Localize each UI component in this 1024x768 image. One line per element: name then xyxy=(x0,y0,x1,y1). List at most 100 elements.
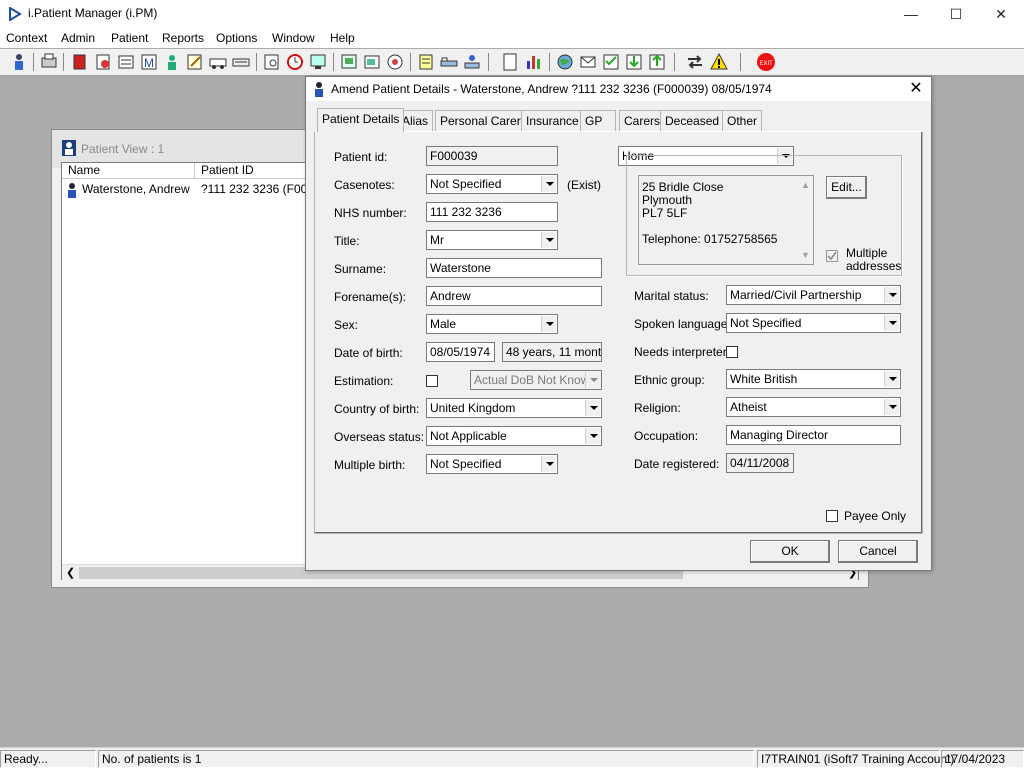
documents-icon[interactable] xyxy=(362,52,382,72)
monitor-icon[interactable] xyxy=(308,52,328,72)
menu-admin[interactable]: Admin xyxy=(61,31,95,45)
cancel-button[interactable]: Cancel xyxy=(838,540,918,563)
label-forenames: Forename(s): xyxy=(334,290,407,304)
payee-only-checkbox[interactable] xyxy=(826,510,838,522)
admission-icon[interactable] xyxy=(462,52,482,72)
label-nhs-number: NHS number: xyxy=(334,206,407,220)
switch-icon[interactable] xyxy=(685,52,705,72)
label-overseas-status: Overseas status: xyxy=(334,430,425,444)
import-icon[interactable] xyxy=(624,52,644,72)
label-patient-id: Patient id: xyxy=(334,150,388,164)
column-header-name[interactable]: Name xyxy=(62,163,195,179)
document-icon[interactable] xyxy=(500,52,520,72)
chevron-down-icon[interactable] xyxy=(541,316,556,332)
checklist-icon[interactable] xyxy=(601,52,621,72)
multiple-addresses-checkbox xyxy=(826,250,838,262)
chevron-down-icon[interactable] xyxy=(884,315,899,331)
tab-insurance[interactable]: Insurance xyxy=(521,110,584,131)
needs-interpreter-checkbox[interactable] xyxy=(726,346,738,358)
status-date: 17/04/2023 xyxy=(941,750,1024,768)
tab-personal-carers[interactable]: Personal Carers xyxy=(435,110,532,131)
sex-select[interactable]: Male xyxy=(426,314,558,334)
clock-icon[interactable] xyxy=(285,52,305,72)
transfer-icon[interactable] xyxy=(231,52,251,72)
chevron-down-icon[interactable] xyxy=(884,371,899,387)
bed-icon[interactable] xyxy=(439,52,459,72)
globe-icon[interactable] xyxy=(555,52,575,72)
chart-screen-icon[interactable] xyxy=(339,52,359,72)
multiple-birth-select[interactable]: Not Specified xyxy=(426,454,558,474)
spoken-language-select[interactable]: Not Specified xyxy=(726,313,901,333)
scroll-up-icon[interactable]: ▲ xyxy=(801,180,810,190)
app-logo-icon xyxy=(9,7,22,21)
chevron-down-icon[interactable] xyxy=(884,287,899,303)
label-religion: Religion: xyxy=(634,401,681,415)
warning-icon[interactable] xyxy=(709,52,729,72)
label-date-registered: Date registered: xyxy=(634,457,720,471)
print-icon[interactable] xyxy=(39,52,59,72)
surname-field[interactable]: Waterstone xyxy=(426,258,602,278)
maximize-button[interactable]: ☐ xyxy=(933,0,979,28)
checkmark-icon xyxy=(827,251,837,261)
forenames-field[interactable]: Andrew xyxy=(426,286,602,306)
ambulance-icon[interactable] xyxy=(208,52,228,72)
menu-help[interactable]: Help xyxy=(330,31,355,45)
chevron-down-icon[interactable] xyxy=(541,456,556,472)
country-of-birth-select[interactable]: United Kingdom xyxy=(426,398,602,418)
marital-status-select[interactable]: Married/Civil Partnership xyxy=(726,285,901,305)
tab-deceased[interactable]: Deceased xyxy=(660,110,725,131)
date-of-birth-field[interactable]: 08/05/1974 xyxy=(426,342,495,362)
menu-context[interactable]: Context xyxy=(6,31,47,45)
tab-carers[interactable]: Carers xyxy=(619,110,666,131)
address-telephone: Telephone: 01752758565 xyxy=(642,232,778,246)
menu-reports[interactable]: Reports xyxy=(162,31,204,45)
chevron-down-icon[interactable] xyxy=(884,399,899,415)
search-records-icon[interactable] xyxy=(262,52,282,72)
tab-other[interactable]: Other xyxy=(722,110,763,131)
tab-gp[interactable]: GP xyxy=(580,110,616,131)
scroll-down-icon[interactable]: ▼ xyxy=(801,250,810,260)
dialog-title: Amend Patient Details - Waterstone, Andr… xyxy=(331,82,772,96)
nhs-number-field[interactable]: 111 232 3236 xyxy=(426,202,558,222)
overseas-status-select[interactable]: Not Applicable xyxy=(426,426,602,446)
estimation-checkbox[interactable] xyxy=(426,375,438,387)
religion-select[interactable]: Atheist xyxy=(726,397,901,417)
tab-patient-details[interactable]: Patient Details xyxy=(317,108,405,132)
ethnic-group-select[interactable]: White British xyxy=(726,369,901,389)
export-icon[interactable] xyxy=(647,52,667,72)
title-select[interactable]: Mr xyxy=(426,230,558,250)
label-surname: Surname: xyxy=(334,262,387,276)
chevron-down-icon[interactable] xyxy=(541,232,556,248)
person-icon[interactable] xyxy=(162,52,182,72)
chevron-down-icon[interactable] xyxy=(585,428,600,444)
label-occupation: Occupation: xyxy=(634,429,699,443)
patient-icon[interactable] xyxy=(9,52,29,72)
edit-address-button[interactable]: Edit... xyxy=(826,176,867,199)
bar-chart-icon[interactable] xyxy=(524,52,544,72)
edit-icon[interactable] xyxy=(185,52,205,72)
notes-icon[interactable] xyxy=(93,52,113,72)
letter-icon[interactable] xyxy=(578,52,598,72)
label-date-of-birth: Date of birth: xyxy=(334,346,403,360)
menu-options[interactable]: Options xyxy=(216,31,257,45)
ok-button[interactable]: OK xyxy=(750,540,830,563)
chevron-down-icon[interactable] xyxy=(585,400,600,416)
dialog-close-icon[interactable]: ✕ xyxy=(902,77,930,101)
records-icon[interactable] xyxy=(116,52,136,72)
address-display: 25 Bridle Close Plymouth PL7 5LF Telepho… xyxy=(638,175,814,265)
casenotes-select[interactable]: Not Specified xyxy=(426,174,558,194)
notepad-icon[interactable] xyxy=(416,52,436,72)
menu-window[interactable]: Window xyxy=(272,31,315,45)
menu-patient[interactable]: Patient xyxy=(111,31,148,45)
minimize-button[interactable]: — xyxy=(888,0,934,28)
m-icon[interactable]: M xyxy=(139,52,159,72)
scroll-left-icon[interactable]: ❮ xyxy=(66,566,75,579)
status-bar: Ready... No. of patients is 1 I7TRAIN01 … xyxy=(0,747,1024,768)
chevron-down-icon[interactable] xyxy=(541,176,556,192)
close-app-button[interactable]: ✕ xyxy=(978,0,1024,28)
occupation-field[interactable]: Managing Director xyxy=(726,425,901,445)
exit-icon[interactable]: EXIT xyxy=(756,52,776,72)
title-value: Mr xyxy=(430,233,444,247)
dial-icon[interactable] xyxy=(385,52,405,72)
book-icon[interactable] xyxy=(70,52,90,72)
